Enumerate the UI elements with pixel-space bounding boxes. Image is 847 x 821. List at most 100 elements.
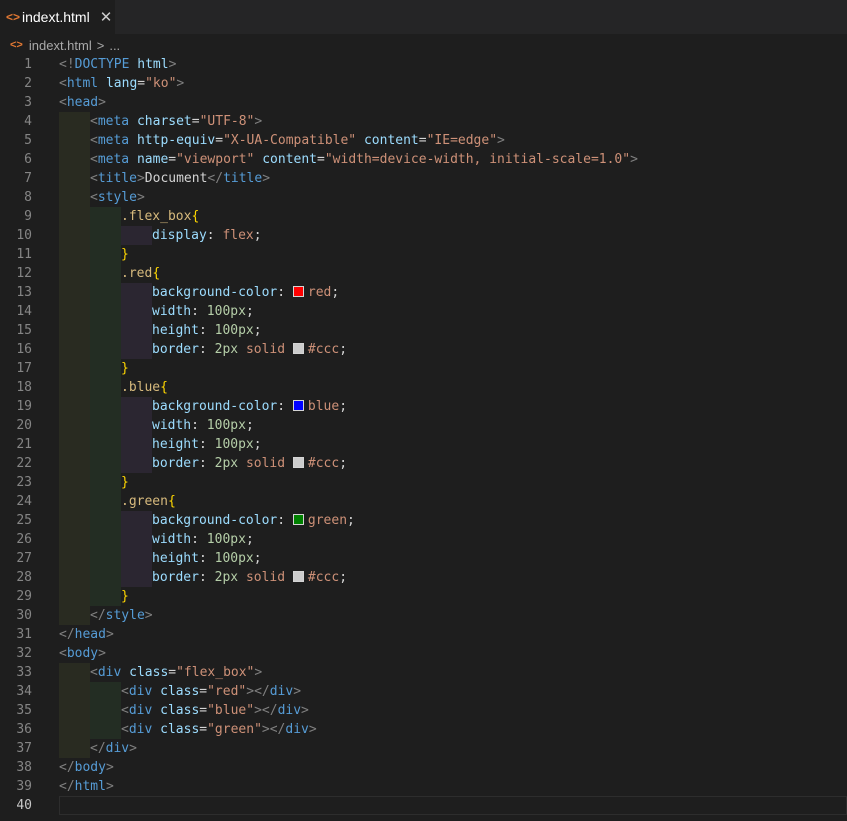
- breadcrumb-more[interactable]: ...: [109, 38, 120, 53]
- indent-guide: [59, 321, 90, 340]
- code-line[interactable]: 32 <body>: [0, 644, 847, 663]
- code-line[interactable]: 14 width: 100px;: [0, 302, 847, 321]
- tab-title: indext.html: [22, 9, 90, 25]
- code-line[interactable]: 19 background-color: blue;: [0, 397, 847, 416]
- code-line[interactable]: 1 <!DOCTYPE html>: [0, 55, 847, 74]
- code-line[interactable]: 37 </div>: [0, 739, 847, 758]
- code-line[interactable]: 39 </html>: [0, 777, 847, 796]
- code-line[interactable]: 26 width: 100px;: [0, 530, 847, 549]
- code-content: }: [59, 473, 129, 492]
- code-line[interactable]: 20 width: 100px;: [0, 416, 847, 435]
- code-line[interactable]: 23}: [0, 473, 847, 492]
- line-number: 20: [16, 418, 32, 433]
- color-swatch-icon[interactable]: [292, 457, 304, 468]
- code-line[interactable]: 8 <style>: [0, 188, 847, 207]
- code-line[interactable]: 13 background-color: red;: [0, 283, 847, 302]
- code-token: "flex_box": [176, 665, 255, 680]
- code-line[interactable]: 5 <meta http-equiv="X-UA-Compatible" cont…: [0, 131, 847, 150]
- code-token: :: [277, 399, 293, 414]
- color-swatch-icon[interactable]: [292, 343, 304, 354]
- close-icon[interactable]: ✕: [100, 8, 113, 26]
- code-line[interactable]: 31 </head>: [0, 625, 847, 644]
- code-line[interactable]: 12 .red{: [0, 264, 847, 283]
- color-swatch-icon[interactable]: [292, 514, 304, 525]
- code-line[interactable]: 27 height: 100px;: [0, 549, 847, 568]
- color-swatch-icon[interactable]: [292, 571, 304, 582]
- code-line[interactable]: 24 .green{: [0, 492, 847, 511]
- code-line[interactable]: 11}: [0, 245, 847, 264]
- html-file-icon: <>: [6, 10, 21, 24]
- code-line[interactable]: 29}: [0, 587, 847, 606]
- indent-guide: [121, 454, 152, 473]
- code-token: width: [152, 304, 192, 319]
- code-content: height: 100px;: [59, 549, 262, 568]
- code-line[interactable]: 22 border: 2px solid #ccc;: [0, 454, 847, 473]
- code-line[interactable]: 35 <div class="blue"></div>: [0, 701, 847, 720]
- indent-guide: [59, 435, 90, 454]
- indent-guide: [121, 397, 152, 416]
- code-line[interactable]: 33 <div class="flex_box">: [0, 663, 847, 682]
- indent-guide: [59, 511, 90, 530]
- code-line[interactable]: 10 display: flex;: [0, 226, 847, 245]
- code-line[interactable]: 17}: [0, 359, 847, 378]
- code-line[interactable]: 40: [0, 796, 847, 815]
- code-line[interactable]: 28 border: 2px solid #ccc;: [0, 568, 847, 587]
- code-line[interactable]: 36 <div class="green"></div>: [0, 720, 847, 739]
- line-number: 34: [16, 684, 32, 699]
- line-number: 2: [24, 76, 32, 91]
- color-swatch-icon[interactable]: [292, 286, 304, 297]
- indent-guide: [121, 416, 152, 435]
- code-token: class: [129, 665, 169, 680]
- breadcrumb-file[interactable]: indext.html: [29, 38, 92, 53]
- code-editor[interactable]: 1 <!DOCTYPE html> 2 <html lang="ko"> 3 <head>…: [0, 55, 847, 821]
- code-token: 2px: [214, 342, 239, 357]
- code-token: class: [160, 722, 200, 737]
- code-token: <: [121, 684, 129, 699]
- code-content: <div class="blue"></div>: [59, 701, 309, 720]
- code-line[interactable]: 9 .flex_box{: [0, 207, 847, 226]
- code-token: head: [66, 95, 99, 110]
- indent-guide: [90, 701, 121, 720]
- code-token: >: [301, 703, 309, 718]
- code-token: meta: [97, 152, 130, 167]
- code-line[interactable]: 38 </body>: [0, 758, 847, 777]
- code-content: border: 2px solid #ccc;: [59, 454, 347, 473]
- code-line[interactable]: 34 <div class="red"></div>: [0, 682, 847, 701]
- code-token: html: [137, 57, 169, 72]
- code-line[interactable]: 21 height: 100px;: [0, 435, 847, 454]
- indent-guide: [121, 530, 152, 549]
- code-line[interactable]: 4 <meta charset="UTF-8">: [0, 112, 847, 131]
- line-number: 23: [16, 475, 32, 490]
- code-line[interactable]: 15 height: 100px;: [0, 321, 847, 340]
- code-token: >: [168, 57, 177, 72]
- indent-guide: [90, 397, 121, 416]
- code-token: class: [160, 684, 200, 699]
- code-token: </: [90, 608, 106, 623]
- code-line[interactable]: 7 <title>Document</title>: [0, 169, 847, 188]
- code-token: 2px: [214, 570, 239, 585]
- code-line[interactable]: 30 </style>: [0, 606, 847, 625]
- code-line[interactable]: 3 <head>: [0, 93, 847, 112]
- code-token: :: [277, 285, 293, 300]
- tab-indext-html[interactable]: <> indext.html ✕: [0, 0, 115, 34]
- code-content: <body>: [59, 644, 106, 663]
- code-token: }: [121, 589, 129, 604]
- code-line[interactable]: 18 .blue{: [0, 378, 847, 397]
- indent-guide: [59, 492, 90, 511]
- code-token: #ccc: [307, 456, 340, 471]
- code-content: </style>: [59, 606, 153, 625]
- color-swatch-icon[interactable]: [292, 400, 304, 411]
- indent-guide: [90, 492, 121, 511]
- code-token: <: [59, 95, 67, 110]
- code-line[interactable]: 25 background-color: green;: [0, 511, 847, 530]
- code-token: height: [152, 437, 199, 452]
- code-line[interactable]: 16 border: 2px solid #ccc;: [0, 340, 847, 359]
- code-line[interactable]: 2 <html lang="ko">: [0, 74, 847, 93]
- code-line[interactable]: 6 <meta name="viewport" content="width=de…: [0, 150, 847, 169]
- code-token: >: [129, 741, 137, 756]
- code-token: :: [198, 551, 215, 566]
- indent-guide: [59, 587, 90, 606]
